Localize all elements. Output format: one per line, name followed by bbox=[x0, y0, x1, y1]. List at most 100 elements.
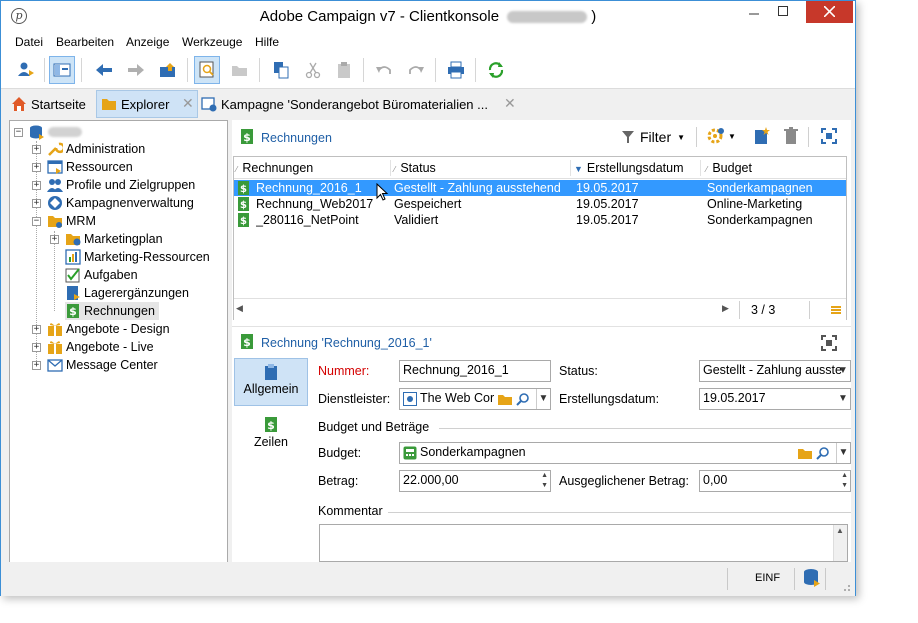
expand-toggle-icon[interactable]: + bbox=[32, 360, 41, 370]
tab-kampagne-close-icon[interactable]: ✕ bbox=[504, 95, 516, 112]
table-row[interactable]: $ Rechnung_2016_1 Gestellt - Zahlung aus… bbox=[234, 180, 846, 196]
dropdown-arrow-icon[interactable]: ▼ bbox=[836, 389, 850, 409]
erstellungsdatum-input[interactable]: 19.05.2017 ▼ bbox=[699, 388, 851, 410]
refresh-button[interactable] bbox=[483, 56, 509, 84]
betrag-label: Betrag: bbox=[318, 474, 359, 488]
tree-root[interactable]: − bbox=[14, 123, 82, 141]
collapse-toggle-icon[interactable]: − bbox=[14, 127, 23, 137]
dienstleister-field[interactable]: The Web Cor ▼ bbox=[399, 388, 551, 410]
expand-toggle-icon[interactable]: + bbox=[32, 144, 41, 154]
tab-kampagne[interactable]: Kampagne 'Sonderangebot Büromaterialien … bbox=[201, 90, 501, 118]
forward-button[interactable] bbox=[123, 56, 149, 84]
table-row[interactable]: $ _280116_NetPoint Validiert 19.05.2017 … bbox=[234, 212, 846, 228]
expand-toggle-icon[interactable]: + bbox=[50, 234, 59, 244]
redo-button[interactable] bbox=[403, 56, 429, 84]
open-folder-button[interactable] bbox=[227, 56, 253, 84]
folder-icon[interactable] bbox=[498, 392, 512, 406]
column-header-erstellungsdatum[interactable]: ▼ Erstellungsdatum bbox=[574, 161, 684, 175]
new-invoice-button[interactable] bbox=[752, 127, 770, 148]
tree-item-angebote-design[interactable]: + Angebote - Design bbox=[32, 320, 170, 338]
undo-button[interactable] bbox=[371, 56, 397, 84]
actions-menu-button[interactable]: ▼ bbox=[707, 127, 736, 145]
column-separator[interactable] bbox=[700, 160, 701, 176]
tree-item-kampagnenverwaltung[interactable]: + Kampagnenverwaltung bbox=[32, 194, 194, 212]
column-separator[interactable] bbox=[570, 160, 571, 176]
explorer-view-button[interactable] bbox=[49, 56, 75, 84]
menu-hilfe[interactable]: Hilfe bbox=[255, 35, 279, 49]
ausgeglichener-input[interactable]: 0,00 ▲ ▼ bbox=[699, 470, 851, 492]
database-connection-icon[interactable] bbox=[803, 568, 821, 588]
menu-bearbeiten[interactable]: Bearbeiten bbox=[56, 35, 114, 49]
tree-item-marketingplan[interactable]: + Marketingplan bbox=[50, 230, 163, 248]
tree-item-rechnungen[interactable]: $ Rechnungen bbox=[65, 302, 159, 320]
stepper-arrows-icon[interactable]: ▲ ▼ bbox=[541, 471, 548, 491]
betrag-input[interactable]: 22.000,00 ▲ ▼ bbox=[399, 470, 551, 492]
scroll-left-icon[interactable]: ◀ bbox=[236, 303, 243, 314]
back-button[interactable] bbox=[91, 56, 117, 84]
connect-user-button[interactable] bbox=[13, 56, 39, 84]
menu-datei[interactable]: Datei bbox=[15, 35, 43, 49]
cut-button[interactable] bbox=[300, 56, 326, 84]
nav-zeilen[interactable]: $ Zeilen bbox=[234, 412, 308, 460]
delete-button[interactable] bbox=[782, 127, 800, 148]
nummer-input[interactable]: Rechnung_2016_1 bbox=[399, 360, 551, 382]
menu-werkzeuge[interactable]: Werkzeuge bbox=[182, 35, 242, 49]
expand-toggle-icon[interactable]: + bbox=[32, 198, 41, 208]
status-select[interactable]: Gestellt - Zahlung ausste ▼ bbox=[699, 360, 851, 382]
menu-anzeige[interactable]: Anzeige bbox=[126, 35, 169, 49]
vertical-scrollbar[interactable]: ▲ bbox=[833, 525, 847, 561]
gear-actions-icon bbox=[707, 128, 724, 144]
expand-toggle-icon[interactable]: + bbox=[32, 342, 41, 352]
paste-button[interactable] bbox=[331, 56, 357, 84]
column-header-budget[interactable]: ⁄ Budget bbox=[706, 161, 752, 175]
scroll-up-icon[interactable]: ▲ bbox=[836, 526, 844, 535]
scroll-right-icon[interactable]: ▶ bbox=[722, 303, 729, 314]
tree-item-angebote-live[interactable]: + Angebote - Live bbox=[32, 338, 154, 356]
expand-toggle-icon[interactable]: + bbox=[32, 324, 41, 334]
tab-startseite[interactable]: Startseite bbox=[11, 90, 95, 118]
column-separator[interactable] bbox=[390, 160, 391, 176]
maximize-list-button[interactable] bbox=[821, 128, 837, 147]
maximize-button[interactable] bbox=[769, 1, 797, 23]
tree-item-mrm[interactable]: − MRM bbox=[32, 212, 96, 230]
filter-button[interactable]: Filter ▼ bbox=[622, 127, 685, 147]
tree-item-lagerergaenzungen[interactable]: Lagerergänzungen bbox=[65, 284, 189, 302]
maximize-detail-button[interactable] bbox=[821, 335, 837, 354]
tab-explorer-close-icon[interactable]: ✕ bbox=[182, 95, 194, 112]
folder-icon[interactable] bbox=[798, 446, 812, 460]
budget-field[interactable]: Sonderkampagnen ▼ bbox=[399, 442, 851, 464]
resize-grip-icon[interactable] bbox=[841, 582, 851, 592]
table-row[interactable]: $ Rechnung_Web2017 Gespeichert 19.05.201… bbox=[234, 196, 846, 212]
tree-item-message-center[interactable]: + Message Center bbox=[32, 356, 158, 374]
minimize-button[interactable] bbox=[740, 1, 768, 23]
stepper-arrows-icon[interactable]: ▲ ▼ bbox=[841, 471, 848, 491]
print-button[interactable] bbox=[443, 56, 469, 84]
tree-item-marketing-ressourcen[interactable]: Marketing-Ressourcen bbox=[65, 248, 210, 266]
tree-item-administration[interactable]: + Administration bbox=[32, 140, 145, 158]
search-icon[interactable] bbox=[516, 392, 530, 406]
horizontal-scrollbar[interactable]: ◀ ▶ bbox=[234, 302, 734, 318]
collapse-toggle-icon[interactable]: − bbox=[32, 216, 41, 226]
nav-allgemein[interactable]: Allgemein bbox=[234, 358, 308, 406]
list-header: $ Rechnungen Filter ▼ ▼ bbox=[232, 120, 851, 152]
dropdown-arrow-icon[interactable]: ▼ bbox=[836, 361, 850, 381]
expand-toggle-icon[interactable]: + bbox=[32, 162, 41, 172]
search-view-button[interactable] bbox=[194, 56, 220, 84]
parent-folder-button[interactable] bbox=[155, 56, 181, 84]
home-icon bbox=[12, 97, 26, 111]
column-header-rechnungen[interactable]: ⁄ Rechnungen bbox=[236, 161, 313, 175]
expand-toggle-icon[interactable]: + bbox=[32, 180, 41, 190]
tree-item-ressourcen[interactable]: + Ressourcen bbox=[32, 158, 133, 176]
list-menu-icon[interactable] bbox=[831, 305, 841, 315]
tree-item-aufgaben[interactable]: Aufgaben bbox=[65, 266, 138, 284]
close-window-button[interactable] bbox=[806, 1, 853, 23]
dropdown-arrow-icon[interactable]: ▼ bbox=[536, 389, 550, 409]
column-header-status[interactable]: ⁄ Status bbox=[394, 161, 436, 175]
cell-date: 19.05.2017 bbox=[576, 197, 639, 211]
new-document-icon bbox=[755, 127, 770, 144]
kommentar-textarea[interactable]: ▲ bbox=[319, 524, 848, 562]
tree-item-profile[interactable]: + Profile und Zielgruppen bbox=[32, 176, 195, 194]
dropdown-arrow-icon[interactable]: ▼ bbox=[836, 443, 850, 463]
search-icon[interactable] bbox=[816, 446, 830, 460]
copy-button[interactable] bbox=[268, 56, 294, 84]
